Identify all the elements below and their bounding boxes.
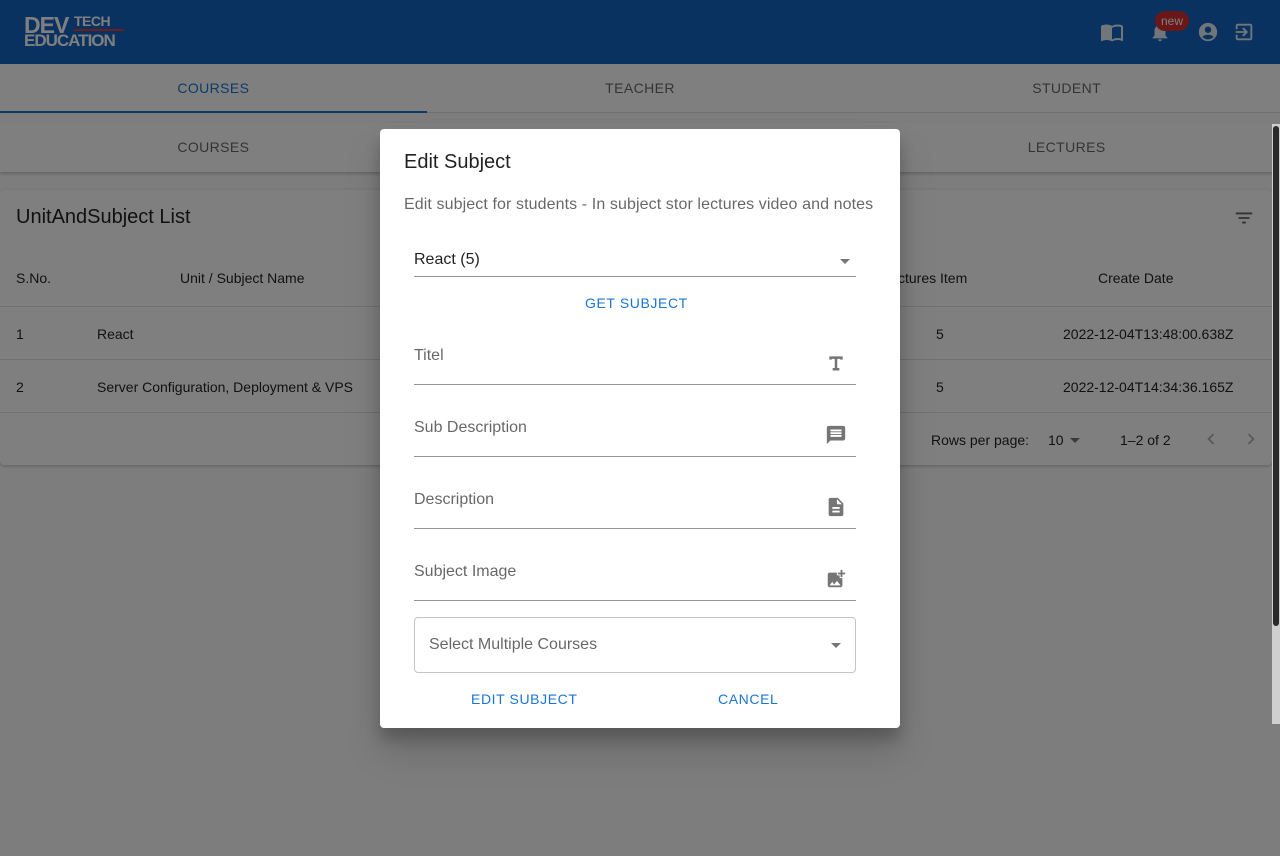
chevron-down-icon: [831, 643, 841, 648]
sub-description-field-label: Sub Description: [414, 419, 527, 436]
chevron-down-icon: [840, 259, 850, 264]
dialog-title: Edit Subject: [404, 151, 511, 173]
document-icon: [824, 495, 848, 519]
subject-image-field-label: Subject Image: [414, 563, 517, 580]
description-field[interactable]: Description: [414, 481, 856, 529]
subject-select[interactable]: React (5): [414, 251, 856, 277]
courses-multi-select[interactable]: Select Multiple Courses: [414, 617, 856, 673]
edit-subject-dialog: Edit Subject Edit subject for students -…: [380, 129, 900, 728]
courses-multi-select-label: Select Multiple Courses: [429, 636, 598, 653]
title-field[interactable]: Titel: [414, 337, 856, 385]
message-icon: [824, 423, 848, 447]
description-field-label: Description: [414, 491, 495, 508]
page-scrollbar[interactable]: [1272, 124, 1280, 724]
edit-subject-button[interactable]: EDIT SUBJECT: [471, 691, 578, 707]
sub-description-field[interactable]: Sub Description: [414, 409, 856, 457]
scrollbar-thumb[interactable]: [1273, 126, 1279, 626]
subject-select-value: React (5): [414, 251, 480, 268]
get-subject-button[interactable]: GET SUBJECT: [585, 295, 688, 311]
cancel-button[interactable]: CANCEL: [718, 691, 778, 707]
title-field-label: Titel: [414, 347, 444, 364]
add-photo-icon: [824, 567, 848, 591]
dialog-description: Edit subject for students - In subject s…: [404, 196, 874, 213]
subject-image-field[interactable]: Subject Image: [414, 553, 856, 601]
text-fields-icon: [824, 351, 848, 375]
